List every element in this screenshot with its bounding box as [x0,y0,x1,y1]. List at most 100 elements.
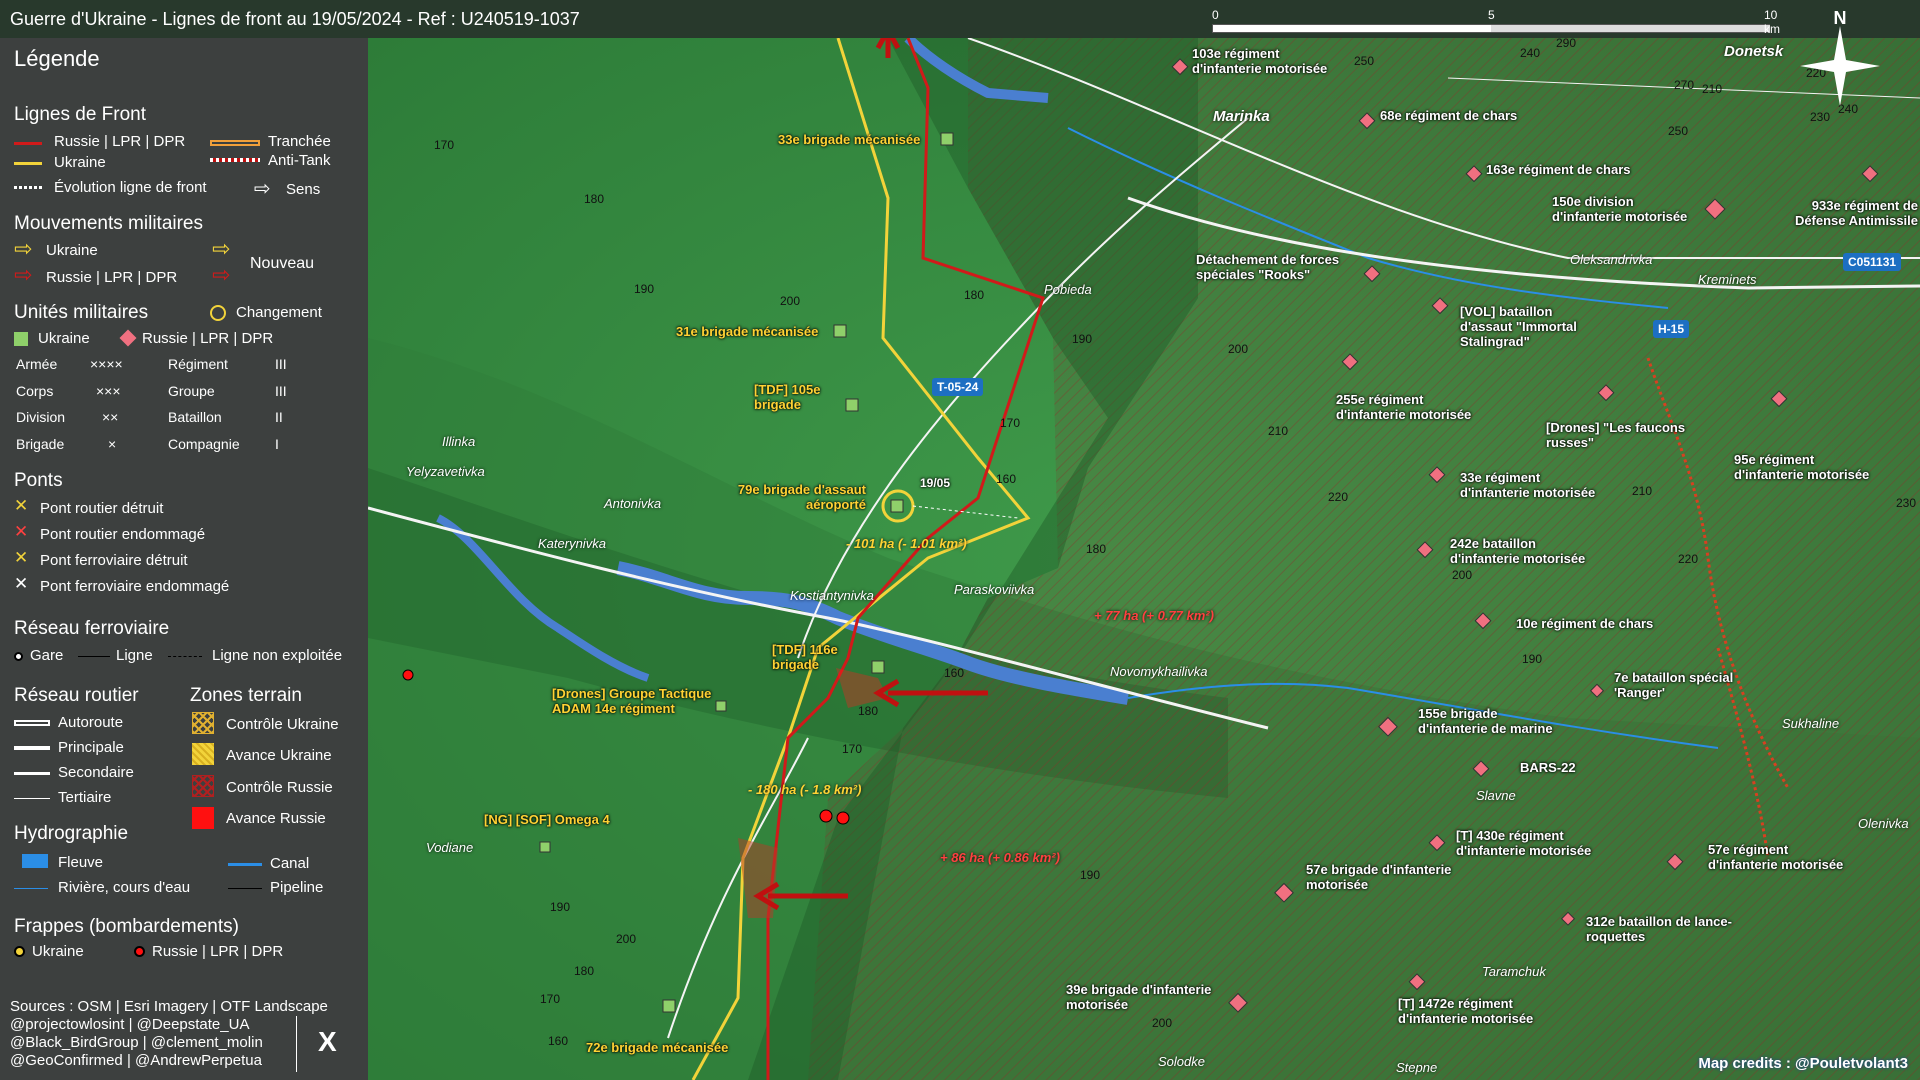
unit-label-ukraine[interactable]: 33e brigade mécanisée [778,132,920,147]
unit-label-russia[interactable]: 57e brigade d'infanterie motorisée [1306,862,1456,892]
unit-label-russia[interactable]: 95e régiment d'infanterie motorisée [1734,452,1884,482]
circle-icon [210,305,226,321]
unit-label-ukraine[interactable]: 79e brigade d'assaut aéroporté [726,482,866,512]
legend-zones-header: Zones terrain [190,685,302,706]
elevation-label: 240 [1520,46,1541,60]
arrow-right-icon: ⇨ [212,236,231,261]
unit-type-symbol: ×××× [90,356,123,372]
unit-label-russia[interactable]: 255e régiment d'infanterie motorisée [1336,392,1486,422]
legend-ferro-header: Réseau ferroviaire [14,618,170,639]
unit-type-symbol: ×× [102,409,119,425]
legend-units-russie: Russie | LPR | DPR [142,330,274,347]
unit-type-label: Armée [16,356,58,372]
elevation-label: 180 [1086,542,1107,556]
legend-hydro-pipeline: Pipeline [270,879,324,896]
road-label: C051131 [1843,253,1902,271]
stream-swatch [14,888,48,889]
diamond-icon [119,329,137,347]
town-label: Vodiane [426,840,474,855]
town-label: Kostiantynivka [790,588,874,603]
legend-hydro-fleuve: Fleuve [58,854,104,871]
unit-label-russia[interactable]: [VOL] bataillon d'assaut "Immortal Stali… [1460,304,1590,349]
tertiary-road-swatch [14,798,50,799]
scale-label: 10 km [1764,8,1780,36]
cross-icon: ✕ [14,548,29,567]
town-label: Donetsk [1724,43,1784,60]
elevation-label: 180 [584,192,605,206]
unit-label-russia[interactable]: 68e régiment de chars [1380,108,1517,123]
unit-label-russia[interactable]: 155e brigade d'infanterie de marine [1418,706,1568,736]
unit-label-ukraine[interactable]: [NG] [SOF] Omega 4 [484,812,610,827]
russia-line-swatch [14,142,42,145]
station-icon [14,652,23,661]
arrow-right-icon: ⇨ [212,262,231,287]
highway-swatch [14,720,50,726]
pipeline-swatch [228,888,262,889]
legend-pont: Pont ferroviaire détruit [40,552,188,569]
legend-routier-header: Réseau routier [14,685,139,706]
unit-label-ukraine[interactable]: [Drones] Groupe Tactique ADAM 14e régime… [552,686,712,716]
legend-mouv-nouveau: Nouveau [250,255,315,272]
unit-type-symbol: × [108,436,117,452]
elevation-label: 220 [1328,490,1349,504]
divider [296,1016,297,1072]
unit-label-russia[interactable]: [T] 1472e régiment d'infanterie motorisé… [1398,996,1558,1026]
unit-label-russia[interactable]: Détachement de forces spéciales "Rooks" [1196,252,1346,282]
legend-mouv-ukraine: Ukraine [46,242,98,259]
unit-label-russia[interactable]: [T] 430e régiment d'infanterie motorisée [1456,828,1606,858]
unit-label-russia[interactable]: 933e régiment de Défense Antimissile [1768,198,1918,228]
unit-label-russia[interactable]: 312e bataillon de lance-roquettes [1586,914,1736,944]
elevation-label: 190 [1080,868,1101,882]
unit-label-ukraine[interactable]: 31e brigade mécanisée [676,324,818,339]
unit-label-russia[interactable]: BARS-22 [1520,760,1576,775]
unit-type-label: Groupe [168,383,215,399]
legend-frappes-russie: Russie | LPR | DPR [152,943,284,960]
river-swatch [22,854,48,868]
town-label: Kreminets [1698,272,1757,287]
legend-zone: Avance Ukraine [226,747,332,764]
ukraine-line-swatch [14,162,42,165]
unit-label-russia[interactable]: 163e régiment de chars [1486,162,1631,177]
rail-line-swatch [78,656,110,657]
elevation-label: 210 [1268,424,1289,438]
elevation-label: 170 [434,138,455,152]
town-label: Solodke [1158,1054,1205,1069]
x-logo-icon[interactable]: X [318,1026,337,1058]
elevation-label: 210 [1632,484,1653,498]
unit-label-ukraine[interactable]: 72e brigade mécanisée [586,1040,728,1055]
unit-type-label: Régiment [168,356,228,372]
ukraine-control-swatch [192,712,214,734]
strike-russia [402,669,414,681]
elevation-label: 200 [616,932,637,946]
unit-label-russia[interactable]: 33e régiment d'infanterie motorisée [1460,470,1610,500]
unit-type-label: Corps [16,383,54,399]
unit-label-russia[interactable]: 103e régiment d'infanterie motorisée [1192,46,1342,76]
elevation-label: 250 [1668,124,1689,138]
town-label: Katerynivka [538,536,606,551]
unit-label-ukraine[interactable]: [TDF] 105e brigade [754,382,844,412]
unit-label-russia[interactable]: 242e bataillon d'infanterie motorisée [1450,536,1600,566]
unit-label-ukraine[interactable]: [TDF] 116e brigade [772,642,862,672]
town-label: Stepne [1396,1060,1438,1075]
legend-route: Autoroute [58,714,124,731]
map-canvas[interactable]: T-05-24 H-15 C051131 19/05 - 101 ha (- 1… [368,36,1920,1080]
unit-label-russia[interactable]: 39e brigade d'infanterie motorisée [1066,982,1216,1012]
town-label: Antonivka [604,496,662,511]
legend-front-antitank: Anti-Tank [268,152,331,169]
unit-label-russia[interactable]: [Drones] "Les faucons russes" [1546,420,1696,450]
unit-label-russia[interactable]: 150e division d'infanterie motorisée [1552,194,1702,224]
legend-units-ukraine: Ukraine [38,330,90,347]
scale-label: 5 [1488,8,1495,22]
elevation-label: 180 [964,288,985,302]
legend-pont: Pont routier endommagé [40,526,206,543]
legend-mouv-header: Mouvements militaires [14,213,203,234]
unit-label-russia[interactable]: 7e bataillon spécial 'Ranger' [1614,670,1754,700]
unit-label-russia[interactable]: 57e régiment d'infanterie motorisée [1708,842,1858,872]
unit-label-russia[interactable]: 10e régiment de chars [1516,616,1653,631]
town-label: Slavne [1476,788,1516,803]
area-change-label: + 86 ha (+ 0.86 km²) [940,850,1060,865]
strike-russia [836,811,850,825]
legend-zone: Contrôle Russie [226,779,333,796]
strike-dot-icon [134,946,145,957]
elevation-label: 190 [1522,652,1543,666]
